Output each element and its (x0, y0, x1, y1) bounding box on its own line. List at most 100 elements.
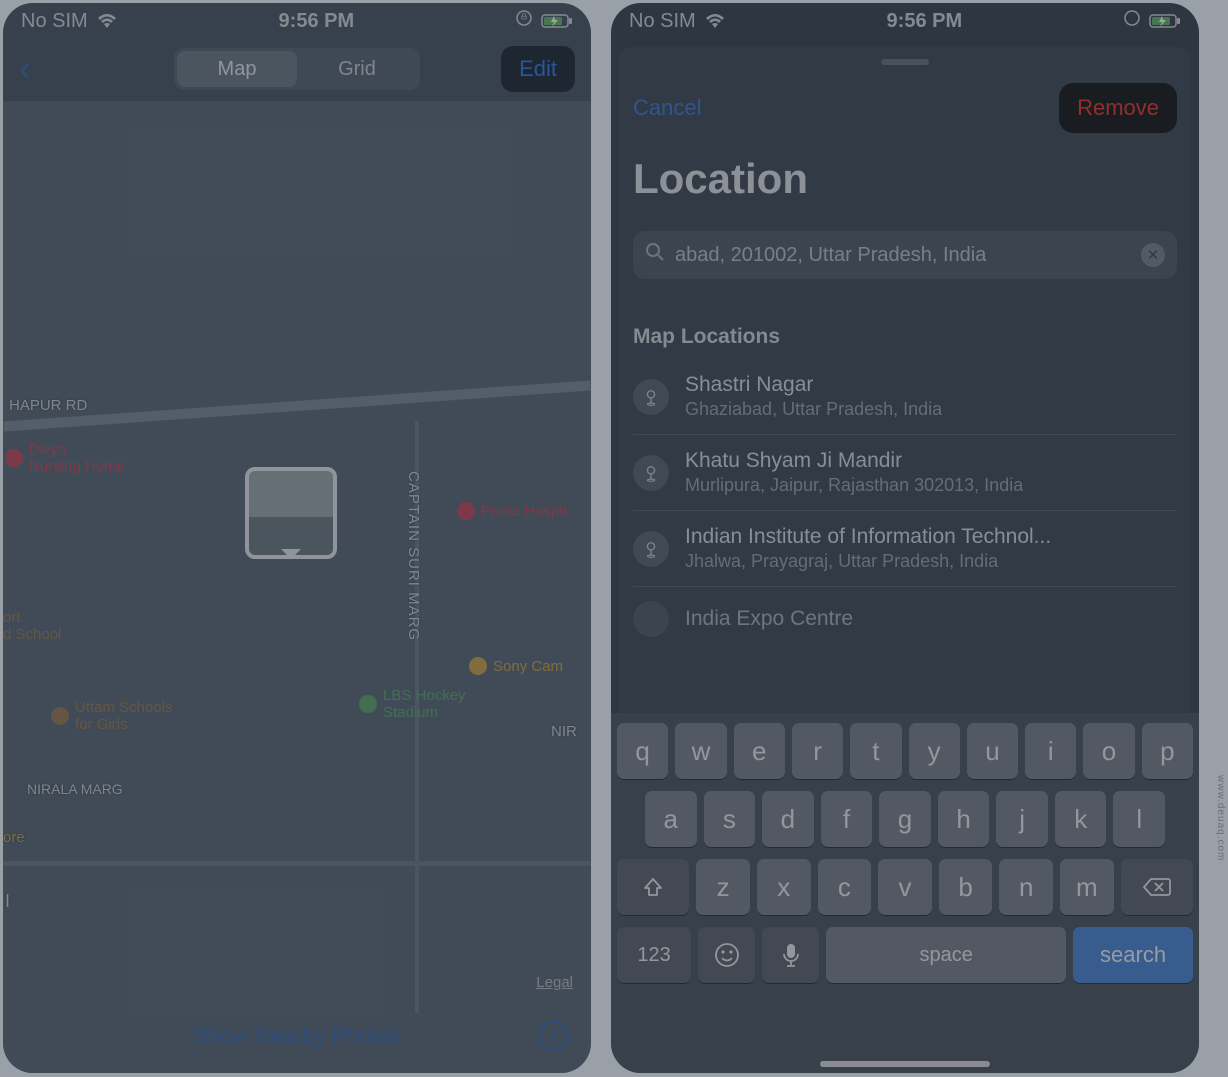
location-result[interactable]: Indian Institute of Information Technol.… (633, 511, 1177, 587)
photo-pin[interactable] (245, 467, 337, 559)
pin-icon (633, 455, 669, 491)
keyboard[interactable]: qwertyuiop asdfghjkl zxcvbnm 123 space s… (611, 713, 1199, 1073)
poi-nursing-home[interactable]: Divya Nursing Home (5, 441, 125, 475)
section-header: Map Locations (633, 325, 1177, 349)
search-value: abad, 201002, Uttar Pradesh, India (675, 244, 1131, 267)
wifi-icon (704, 13, 726, 29)
sheet-grabber[interactable] (881, 59, 929, 65)
key-i[interactable]: i (1025, 723, 1076, 779)
segment-map[interactable]: Map (177, 51, 297, 87)
battery-icon (541, 13, 573, 29)
result-title: India Expo Centre (685, 607, 853, 631)
sheet-title: Location (633, 155, 1177, 203)
result-title: Indian Institute of Information Technol.… (685, 525, 1051, 549)
key-p[interactable]: p (1142, 723, 1193, 779)
emoji-icon (714, 942, 740, 968)
home-indicator[interactable] (820, 1061, 990, 1067)
show-nearby-button[interactable]: Show Nearby Photos (194, 1023, 401, 1049)
map-view[interactable]: HAPUR RD CAPTAIN SURI MARG NIRALA MARG D… (3, 101, 591, 1073)
status-bar: No SIM 9:56 PM (3, 3, 591, 39)
key-h[interactable]: h (938, 791, 990, 847)
key-shift[interactable] (617, 859, 689, 915)
segment-grid[interactable]: Grid (297, 51, 417, 87)
key-v[interactable]: v (878, 859, 932, 915)
key-a[interactable]: a (645, 791, 697, 847)
legal-link[interactable]: Legal (536, 974, 573, 991)
key-w[interactable]: w (675, 723, 726, 779)
location-result[interactable]: India Expo Centre (633, 587, 1177, 651)
backspace-icon (1143, 877, 1171, 897)
result-title: Khatu Shyam Ji Mandir (685, 449, 1023, 473)
orientation-lock-icon (515, 9, 533, 33)
key-y[interactable]: y (909, 723, 960, 779)
key-m[interactable]: m (1060, 859, 1114, 915)
result-subtitle: Ghaziabad, Uttar Pradesh, India (685, 399, 942, 420)
key-l[interactable]: l (1113, 791, 1165, 847)
view-segmented-control[interactable]: Map Grid (174, 48, 420, 90)
poi-shop[interactable]: Sony Cam (469, 657, 563, 675)
poi-label: ort d School (3, 609, 61, 643)
search-icon (645, 242, 665, 268)
key-z[interactable]: z (696, 859, 750, 915)
orientation-lock-icon (1123, 9, 1141, 33)
key-search[interactable]: search (1073, 927, 1193, 983)
key-e[interactable]: e (734, 723, 785, 779)
key-u[interactable]: u (967, 723, 1018, 779)
pin-icon (633, 601, 669, 637)
street-label: CAPTAIN SURI MARG (405, 471, 422, 641)
key-o[interactable]: o (1083, 723, 1134, 779)
mic-icon (781, 942, 801, 968)
key-r[interactable]: r (792, 723, 843, 779)
key-c[interactable]: c (818, 859, 872, 915)
poi-hospital[interactable]: Prime Hospit (457, 502, 567, 520)
poi-stadium[interactable]: LBS Hockey Stadium (359, 687, 466, 721)
key-emoji[interactable] (698, 927, 755, 983)
remove-button[interactable]: Remove (1059, 83, 1177, 133)
clear-icon[interactable]: ✕ (1141, 243, 1165, 267)
map-label-fragment: I (5, 891, 10, 912)
cancel-button[interactable]: Cancel (633, 95, 701, 121)
key-k[interactable]: k (1055, 791, 1107, 847)
status-bar: No SIM 9:56 PM (611, 3, 1199, 39)
clock: 9:56 PM (279, 10, 355, 33)
key-d[interactable]: d (762, 791, 814, 847)
street-label: HAPUR RD (9, 397, 87, 414)
carrier-label: No SIM (21, 10, 88, 33)
poi-school[interactable]: ort d School (3, 609, 61, 643)
key-f[interactable]: f (821, 791, 873, 847)
battery-icon (1149, 13, 1181, 29)
info-icon[interactable]: i (539, 1021, 569, 1051)
poi-school-2[interactable]: Uttam Schools for Girls (51, 699, 173, 733)
key-t[interactable]: t (850, 723, 901, 779)
poi-label: LBS Hockey Stadium (383, 687, 466, 721)
key-delete[interactable] (1121, 859, 1193, 915)
shift-icon (642, 876, 664, 898)
result-title: Shastri Nagar (685, 373, 942, 397)
key-space[interactable]: space (826, 927, 1066, 983)
key-n[interactable]: n (999, 859, 1053, 915)
nav-bar: ‹ Map Grid Edit (3, 39, 591, 99)
key-b[interactable]: b (939, 859, 993, 915)
street-label: NIRALA MARG (27, 781, 123, 797)
search-input[interactable]: abad, 201002, Uttar Pradesh, India ✕ (633, 231, 1177, 279)
key-s[interactable]: s (704, 791, 756, 847)
key-g[interactable]: g (879, 791, 931, 847)
carrier-label: No SIM (629, 10, 696, 33)
poi-label: Uttam Schools for Girls (75, 699, 173, 733)
key-mic[interactable] (762, 927, 819, 983)
back-button[interactable]: ‹ (19, 50, 30, 89)
pin-icon (633, 531, 669, 567)
poi-label: Prime Hospit (481, 503, 567, 520)
edit-button[interactable]: Edit (501, 46, 575, 92)
right-screenshot: No SIM 9:56 PM Cancel Remove Location a (611, 3, 1199, 1073)
key-123[interactable]: 123 (617, 927, 691, 983)
key-q[interactable]: q (617, 723, 668, 779)
result-subtitle: Jhalwa, Prayagraj, Uttar Pradesh, India (685, 551, 1051, 572)
location-result[interactable]: Shastri NagarGhaziabad, Uttar Pradesh, I… (633, 359, 1177, 435)
poi-label: Divya Nursing Home (29, 441, 125, 475)
map-label-fragment: ore (3, 829, 25, 846)
pin-icon (633, 379, 669, 415)
key-j[interactable]: j (996, 791, 1048, 847)
key-x[interactable]: x (757, 859, 811, 915)
location-result[interactable]: Khatu Shyam Ji MandirMurlipura, Jaipur, … (633, 435, 1177, 511)
